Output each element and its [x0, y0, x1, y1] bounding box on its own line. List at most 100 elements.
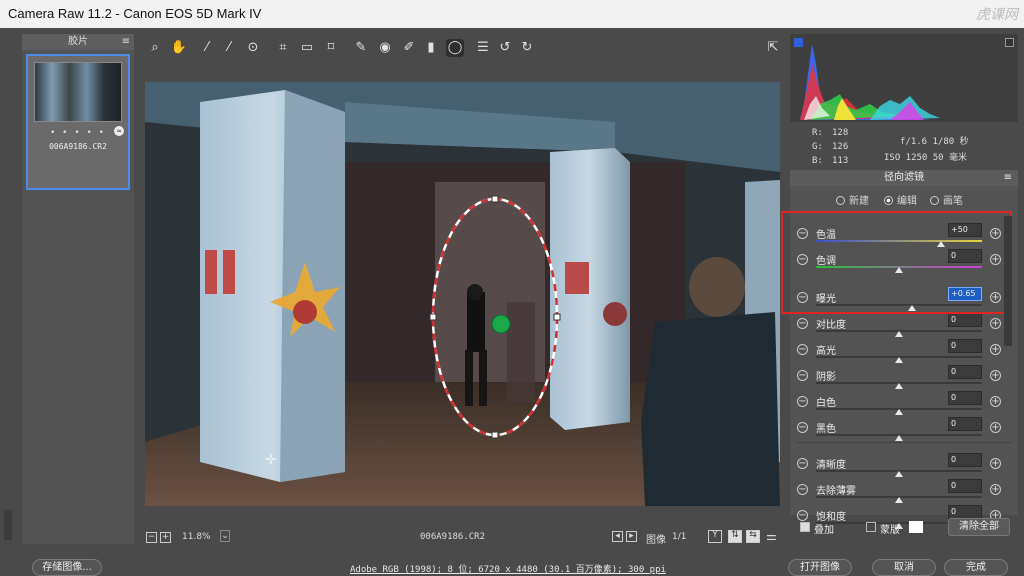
rating-dots[interactable]: • • • • •: [50, 128, 106, 138]
cancel-button[interactable]: 取消: [872, 559, 936, 576]
minus-icon[interactable]: −: [797, 396, 808, 407]
clear-all-button[interactable]: 清除全部: [948, 518, 1010, 536]
slider-row: − 去除薄雾 0 +: [790, 479, 1018, 508]
spot-removal-icon[interactable]: ✎: [352, 39, 370, 57]
panel-menu-icon[interactable]: ≡: [1004, 170, 1012, 186]
mask-color-swatch[interactable]: [909, 521, 923, 533]
slider-value-input[interactable]: 0: [948, 339, 982, 353]
slider-row: − 白色 0 +: [790, 391, 1018, 420]
left-scrollbar[interactable]: [4, 510, 12, 540]
workflow-options-link[interactable]: Adobe RGB (1998); 8 位; 6720 x 4480 (30.1…: [350, 562, 666, 575]
white-balance-icon[interactable]: ⁄: [198, 39, 216, 57]
before-after-settings-icon[interactable]: ⚌: [766, 529, 777, 543]
before-after-y-icon[interactable]: Y: [708, 530, 722, 543]
copy-settings-icon[interactable]: ⇆: [746, 530, 760, 543]
mask-checkbox[interactable]: [866, 522, 876, 532]
zoom-out-button[interactable]: −: [146, 532, 157, 543]
next-image-button[interactable]: ▸: [626, 531, 637, 542]
edited-badge-icon: ≈: [114, 126, 124, 136]
histogram: [790, 34, 1018, 122]
image-count: 1/1: [672, 532, 687, 542]
slider-label: 黑色: [816, 424, 836, 435]
slider-thumb[interactable]: [895, 357, 903, 363]
slider-value-input[interactable]: 0: [948, 453, 982, 467]
mode-brush-radio[interactable]: [930, 196, 939, 205]
image-canvas[interactable]: ✛: [145, 82, 780, 506]
plus-icon[interactable]: +: [990, 370, 1001, 381]
plus-icon[interactable]: +: [990, 484, 1001, 495]
slider-value-input[interactable]: 0: [948, 313, 982, 327]
slider-label: 高光: [816, 346, 836, 357]
crop-icon[interactable]: ⌗: [274, 39, 292, 57]
g-value: 126: [832, 142, 849, 152]
transform-icon[interactable]: ⌑: [322, 39, 340, 57]
mode-new[interactable]: 新建: [836, 192, 869, 207]
panel-scrollbar[interactable]: [1004, 216, 1012, 346]
slider-thumb[interactable]: [895, 497, 903, 503]
minus-icon[interactable]: −: [797, 344, 808, 355]
zoom-in-button[interactable]: +: [160, 532, 171, 543]
minus-icon[interactable]: −: [797, 318, 808, 329]
slider-value-input[interactable]: 0: [948, 417, 982, 431]
prev-image-button[interactable]: ◂: [612, 531, 623, 542]
slider-value-input[interactable]: 0: [948, 365, 982, 379]
slider-value-input[interactable]: 0: [948, 505, 982, 519]
hand-icon[interactable]: ✋: [170, 39, 188, 57]
thumbnail-filename: 006A9186.CR2: [49, 142, 107, 151]
slider-thumb[interactable]: [895, 435, 903, 441]
plus-icon[interactable]: +: [990, 318, 1001, 329]
preferences-list-icon[interactable]: ☰: [474, 39, 492, 57]
minus-icon[interactable]: −: [797, 484, 808, 495]
slider-thumb[interactable]: [895, 383, 903, 389]
filmstrip-header: 胶片 ≡: [22, 34, 134, 50]
fullscreen-icon[interactable]: ⇱: [764, 39, 782, 57]
minus-icon[interactable]: −: [797, 370, 808, 381]
annotation-highlight-box: [781, 211, 1012, 314]
toolbar: ⌕ ✋ ⁄ ⁄ ⊙ ⌗ ▭ ⌑ ✎ ◉ ✐ ▮ ◯ ☰ ↺ ↻ ⇱: [140, 36, 788, 62]
zoom-dropdown-icon[interactable]: ⌄: [220, 530, 230, 542]
histogram-graph: [800, 44, 940, 120]
filmstrip-thumbnail[interactable]: • • • • • ≈ 006A9186.CR2: [26, 54, 130, 190]
adjustment-brush-icon[interactable]: ✐: [400, 39, 418, 57]
plus-icon[interactable]: +: [990, 396, 1001, 407]
plus-icon[interactable]: +: [990, 344, 1001, 355]
radial-filter-icon[interactable]: ◯: [446, 39, 464, 57]
zoom-level[interactable]: 11.8%: [182, 532, 211, 542]
slider-label: 清晰度: [816, 460, 846, 471]
slider-label: 去除薄雾: [816, 486, 856, 497]
straighten-icon[interactable]: ▭: [298, 39, 316, 57]
rotate-ccw-icon[interactable]: ↺: [496, 39, 514, 57]
rotate-cw-icon[interactable]: ↻: [518, 39, 536, 57]
window-title: Camera Raw 11.2 - Canon EOS 5D Mark IV: [8, 6, 262, 21]
done-button[interactable]: 完成: [944, 559, 1008, 576]
mode-new-radio[interactable]: [836, 196, 845, 205]
zoom-icon[interactable]: ⌕: [146, 39, 164, 57]
before-after-swap-icon[interactable]: ⇅: [728, 530, 742, 543]
filmstrip-menu-icon[interactable]: ≡: [122, 34, 130, 50]
slider-thumb[interactable]: [895, 331, 903, 337]
slider-thumb[interactable]: [895, 409, 903, 415]
target-adjust-icon[interactable]: ⊙: [244, 39, 262, 57]
panel-header: 径向滤镜 ≡: [790, 170, 1018, 186]
save-image-button[interactable]: 存储图像...: [32, 559, 102, 576]
graduated-filter-icon[interactable]: ▮: [422, 39, 440, 57]
overlay-checkbox[interactable]: [800, 522, 810, 532]
plus-icon[interactable]: +: [990, 458, 1001, 469]
slider-value-input[interactable]: 0: [948, 391, 982, 405]
plus-icon[interactable]: +: [990, 422, 1001, 433]
minus-icon[interactable]: −: [797, 458, 808, 469]
slider-thumb[interactable]: [895, 471, 903, 477]
slider-label: 对比度: [816, 320, 846, 331]
mode-edit[interactable]: 编辑: [884, 192, 917, 207]
mode-edit-radio[interactable]: [884, 196, 893, 205]
iso-focal: ISO 1250 50 毫米: [884, 153, 968, 163]
mode-brush[interactable]: 画笔: [930, 192, 963, 207]
panel-title: 径向滤镜: [884, 172, 924, 183]
color-sampler-icon[interactable]: ⁄: [220, 39, 238, 57]
red-eye-icon[interactable]: ◉: [376, 39, 394, 57]
minus-icon[interactable]: −: [797, 422, 808, 433]
overlay-options: 叠加 蒙版 清除全部: [790, 518, 1018, 540]
slider-value-input[interactable]: 0: [948, 479, 982, 493]
open-image-button[interactable]: 打开图像: [788, 559, 852, 576]
photo-preview[interactable]: ✛: [145, 82, 780, 506]
